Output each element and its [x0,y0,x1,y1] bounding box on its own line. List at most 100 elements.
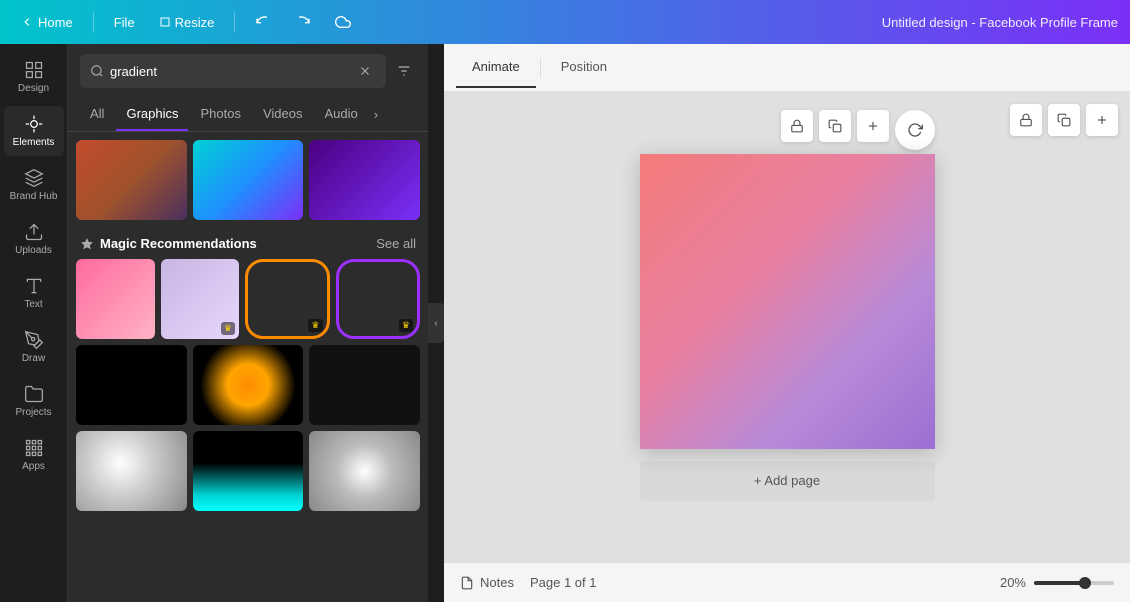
panel-content[interactable]: Magic Recommendations See all ♛ ♛ ♛ [68,132,428,602]
add-element-button[interactable] [1086,104,1118,136]
gradient-item-9[interactable] [309,431,420,511]
see-all-button[interactable]: See all [376,236,416,251]
copy-icon [1057,113,1071,127]
sidebar-item-elements[interactable]: Elements [4,106,64,156]
design-container: + Add page [640,154,935,501]
sidebar-item-brand-hub[interactable]: Brand Hub [4,160,64,210]
file-button[interactable]: File [106,11,143,34]
undo-button[interactable] [247,6,279,38]
clear-icon [358,64,372,78]
cloud-save-button[interactable] [327,6,359,38]
canvas-icons-row [781,110,935,150]
left-sidebar: Design Elements Brand Hub Uploads Text D… [0,44,68,602]
add-page-button[interactable]: + Add page [640,461,935,501]
gradient-row-1 [76,140,420,220]
magic-recommendations-title: Magic Recommendations [80,236,257,251]
sidebar-apps-label: Apps [22,461,45,472]
redo-button[interactable] [287,6,319,38]
main-layout: Design Elements Brand Hub Uploads Text D… [0,44,1130,602]
search-panel: All Graphics Photos Videos Audio › Magic… [68,44,428,602]
canvas-duplicate-button[interactable] [819,110,851,142]
gradient-item-2[interactable] [193,140,304,220]
canvas-add-button[interactable] [857,110,889,142]
search-icon [90,64,104,78]
filter-button[interactable] [392,59,416,83]
magic-item-4[interactable]: ♛ [336,259,421,339]
collapse-panel-button[interactable]: ‹ [428,303,444,343]
clear-search-button[interactable] [354,60,376,82]
crown-badge-4: ♛ [399,319,413,332]
resize-button[interactable]: Resize [151,11,223,34]
notes-icon [460,576,474,590]
magic-item-2[interactable]: ♛ [161,259,240,339]
topbar: Home File Resize Untitled design - Faceb… [0,0,1130,44]
bottom-bar: Notes Page 1 of 1 20% [444,562,1130,602]
gradient-item-6[interactable] [309,345,420,425]
tab-graphics[interactable]: Graphics [116,98,188,131]
zoom-level: 20% [1000,575,1026,590]
copy-button[interactable] [1048,104,1080,136]
tab-all[interactable]: All [80,98,114,131]
zoom-slider-thumb[interactable] [1079,577,1091,589]
sidebar-item-uploads[interactable]: Uploads [4,214,64,264]
zoom-slider[interactable] [1034,581,1114,585]
gradient-item-1[interactable] [76,140,187,220]
tab-animate[interactable]: Animate [456,47,536,88]
gradient-row-2: ♛ [76,345,420,425]
canvas-duplicate-icon [828,119,842,133]
sidebar-item-text[interactable]: Text [4,268,64,318]
sidebar-text-label: Text [24,299,42,310]
sidebar-item-draw[interactable]: Draw [4,322,64,372]
home-button[interactable]: Home [12,11,81,34]
sidebar-uploads-label: Uploads [15,245,52,256]
magic-item-3[interactable]: ♛ [245,259,330,339]
canvas-viewport[interactable]: ↺ [444,92,1130,562]
gradient-item-3[interactable] [309,140,420,220]
canvas-refresh-button[interactable] [895,110,935,150]
tab-audio[interactable]: Audio [314,98,367,131]
lock-button[interactable] [1010,104,1042,136]
canvas-toolbar: Animate Position [444,44,1130,92]
crown-badge-2: ♛ [221,322,235,335]
sidebar-item-apps[interactable]: Apps [4,430,64,480]
filter-icon [396,63,412,79]
canvas-lock-button[interactable] [781,110,813,142]
search-input-wrap[interactable] [80,54,386,88]
magic-star-icon [80,237,94,251]
tab-separator [540,58,541,78]
canvas-area: Animate Position ↺ [444,44,1130,602]
canvas-add-icon [866,119,880,133]
add-icon [1095,113,1109,127]
magic-row: ♛ ♛ ♛ [76,259,420,339]
tab-videos[interactable]: Videos [253,98,313,131]
design-canvas[interactable] [640,154,935,449]
tab-photos[interactable]: Photos [190,98,250,131]
gradient-item-7[interactable] [76,431,187,511]
crown-badge-3: ♛ [308,319,322,332]
canvas-refresh-icon [907,122,923,138]
tab-more[interactable]: › [370,99,382,130]
search-bar [68,44,428,98]
magic-recommendations-header: Magic Recommendations See all [76,226,420,259]
sidebar-item-design[interactable]: Design [4,52,64,102]
lock-icon [1019,113,1033,127]
gradient-item-5[interactable]: ♛ [193,345,304,425]
file-label: File [114,15,135,30]
content-tabs: All Graphics Photos Videos Audio › [68,98,428,132]
search-input[interactable] [110,64,348,79]
sidebar-draw-label: Draw [22,353,45,364]
gradient-item-8[interactable]: ♛ [193,431,304,511]
magic-item-1[interactable] [76,259,155,339]
canvas-gradient [640,154,935,449]
zoom-slider-fill [1034,581,1082,585]
notes-button[interactable]: Notes [460,575,514,590]
separator [93,12,94,32]
sidebar-design-label: Design [18,83,49,94]
gradient-item-4[interactable] [76,345,187,425]
sidebar-item-projects[interactable]: Projects [4,376,64,426]
gradient-row-3: ♛ [76,431,420,511]
zoom-controls: 20% [1000,575,1114,590]
tab-position[interactable]: Position [545,47,623,88]
canvas-lock-icon [790,119,804,133]
sidebar-projects-label: Projects [15,407,51,418]
